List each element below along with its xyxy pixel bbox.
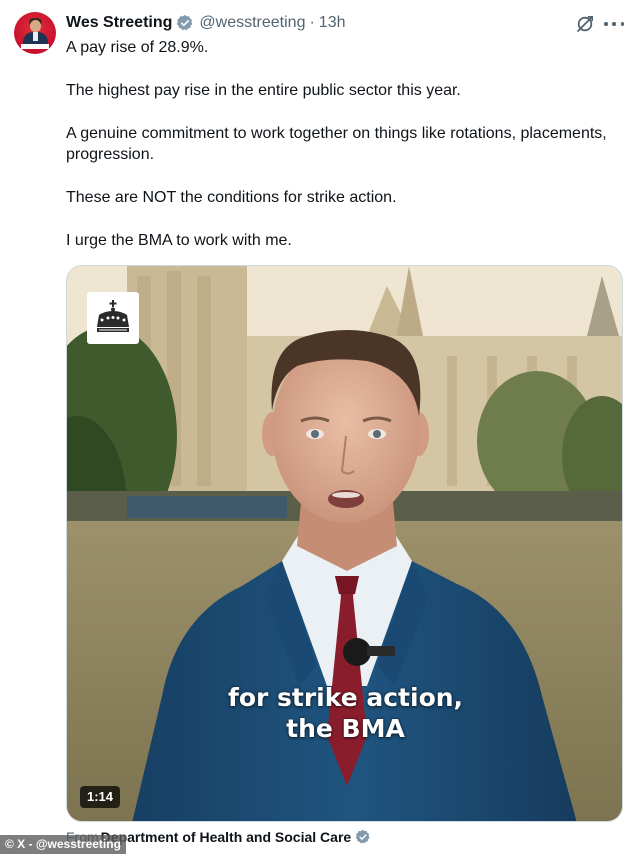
more-dot xyxy=(612,22,616,26)
more-dot xyxy=(604,22,608,26)
avatar-banner xyxy=(21,44,49,49)
crown-logo xyxy=(87,292,139,344)
video-player[interactable]: for strike action, the BMA 1:14 xyxy=(66,265,623,822)
tweet-paragraph: The highest pay rise in the entire publi… xyxy=(66,82,461,99)
tweet-paragraph: A genuine commitment to work together on… xyxy=(66,125,607,163)
author-name[interactable]: Wes Streeting xyxy=(66,14,172,32)
author-handle[interactable]: @wesstreeting xyxy=(199,14,305,32)
avatar-shirt xyxy=(33,32,38,41)
crown-logo-icon xyxy=(97,300,129,332)
grok-icon[interactable] xyxy=(575,14,595,34)
header-separator: · xyxy=(309,14,315,31)
tweet-timestamp[interactable]: 13h xyxy=(319,14,346,32)
verified-badge-icon xyxy=(355,829,370,844)
tweet-paragraph: These are NOT the conditions for strike … xyxy=(66,189,397,206)
tweet-paragraph: A pay rise of 28.9%. xyxy=(66,39,209,56)
more-options-icon[interactable] xyxy=(604,14,624,34)
video-caption-line: the BMA xyxy=(286,714,405,743)
source-org-link[interactable]: Department of Health and Social Care xyxy=(101,829,352,845)
tweet-header: Wes Streeting @wesstreeting · 13h xyxy=(66,13,346,33)
tweet-paragraph: I urge the BMA to work with me. xyxy=(66,232,292,249)
watermark: © X - @wesstreeting xyxy=(0,835,126,854)
tweet-text: A pay rise of 28.9%. The highest pay ris… xyxy=(66,37,618,251)
video-duration-badge: 1:14 xyxy=(80,786,121,808)
video-caption-line: for strike action, xyxy=(227,683,464,712)
avatar[interactable] xyxy=(14,12,56,54)
verified-badge-icon xyxy=(177,14,193,31)
more-dot xyxy=(620,22,624,26)
avatar-head xyxy=(30,20,41,32)
